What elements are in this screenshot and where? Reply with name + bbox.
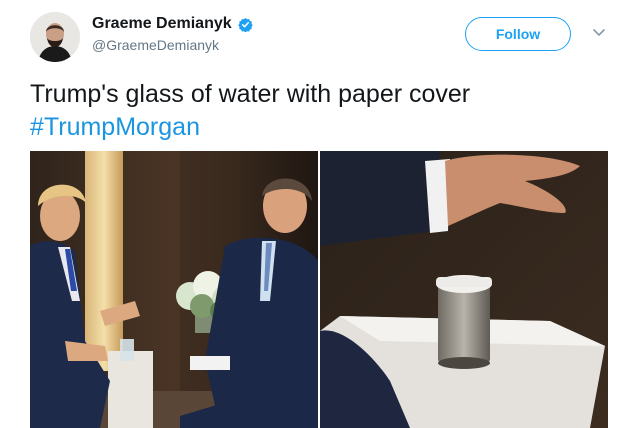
follow-button[interactable]: Follow: [465, 17, 571, 51]
tweet-media[interactable]: [30, 151, 608, 428]
user-handle[interactable]: @GraemeDemianyk: [92, 37, 219, 53]
media-photo-interview[interactable]: [30, 151, 318, 428]
avatar-photo: [30, 12, 80, 62]
tweet-text: Trump's glass of water with paper cover …: [30, 78, 470, 144]
avatar[interactable]: [30, 12, 80, 62]
author-name-row[interactable]: Graeme Demianyk: [92, 15, 253, 33]
tweet-body: Trump's glass of water with paper cover: [30, 80, 471, 108]
interview-photo: [30, 151, 318, 428]
glass-closeup-photo: [320, 151, 608, 428]
verified-badge-icon: [237, 17, 253, 32]
media-photo-glass-closeup[interactable]: [320, 151, 608, 428]
chevron-down-icon[interactable]: [592, 28, 606, 38]
display-name[interactable]: Graeme Demianyk: [92, 15, 232, 33]
hashtag-link[interactable]: #TrumpMorgan: [30, 111, 470, 144]
